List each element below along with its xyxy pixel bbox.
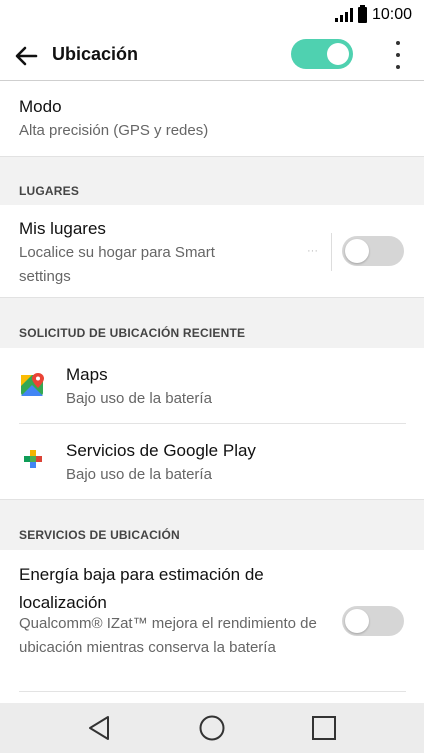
app-usage: Bajo uso de la batería <box>66 466 212 483</box>
back-nav-icon[interactable] <box>86 713 116 743</box>
status-bar: 10:00 <box>0 0 424 30</box>
app-name: Maps <box>66 365 108 384</box>
mode-value: Alta precisión (GPS y redes) <box>19 122 209 139</box>
google-maps-icon <box>20 372 46 398</box>
app-name: Servicios de Google Play <box>66 441 256 460</box>
toggle-knob <box>327 43 349 65</box>
home-nav-icon[interactable] <box>197 713 227 743</box>
low-power-toggle[interactable] <box>342 606 404 636</box>
my-places-title: Mis lugares <box>19 219 106 238</box>
overflow-menu-icon[interactable] <box>388 41 408 69</box>
my-places-setting[interactable]: Mis lugares Localice su hogar para Smart… <box>0 205 424 297</box>
google-play-services-icon <box>21 447 47 473</box>
my-places-subtitle: Localice su hogar para Smart settings <box>19 244 215 285</box>
divider <box>19 691 406 692</box>
app-usage: Bajo uso de la batería <box>66 390 212 407</box>
mode-title: Modo <box>19 97 62 116</box>
signal-icon <box>334 8 353 22</box>
section-header-label: SOLICITUD DE UBICACIÓN RECIENTE <box>19 326 246 340</box>
mode-setting[interactable]: Modo Alta precisión (GPS y redes) <box>0 81 424 156</box>
low-power-title: Energía baja para estimación de localiza… <box>19 565 264 612</box>
location-master-toggle[interactable] <box>291 39 353 69</box>
toggle-knob <box>345 609 369 633</box>
back-arrow-icon[interactable] <box>12 42 40 70</box>
toggle-knob <box>345 239 369 263</box>
section-header-places: LUGARES <box>0 156 424 206</box>
page-title: Ubicación <box>52 44 139 64</box>
list-item[interactable]: Maps Bajo uso de la batería <box>0 348 424 423</box>
battery-icon <box>357 5 367 23</box>
status-time: 10:00 <box>371 6 412 23</box>
recent-apps-list: Maps Bajo uso de la batería Servicios de… <box>0 348 424 499</box>
vertical-divider <box>331 233 332 271</box>
navigation-bar <box>0 703 424 753</box>
section-header-label: SERVICIOS DE UBICACIÓN <box>19 528 180 542</box>
more-dots-icon: ··· <box>307 245 318 257</box>
recents-nav-icon[interactable] <box>309 713 339 743</box>
section-header-services: SERVICIOS DE UBICACIÓN <box>0 499 424 551</box>
section-header-label: LUGARES <box>19 184 80 198</box>
low-power-estimation-setting[interactable]: Energía baja para estimación de localiza… <box>0 550 424 703</box>
my-places-toggle[interactable] <box>342 236 404 266</box>
app-bar: Ubicación <box>0 30 424 81</box>
low-power-subtitle: Qualcomm® IZat™ mejora el rendimiento de… <box>19 615 317 656</box>
section-header-recent: SOLICITUD DE UBICACIÓN RECIENTE <box>0 297 424 349</box>
list-item[interactable]: Servicios de Google Play Bajo uso de la … <box>0 424 424 499</box>
